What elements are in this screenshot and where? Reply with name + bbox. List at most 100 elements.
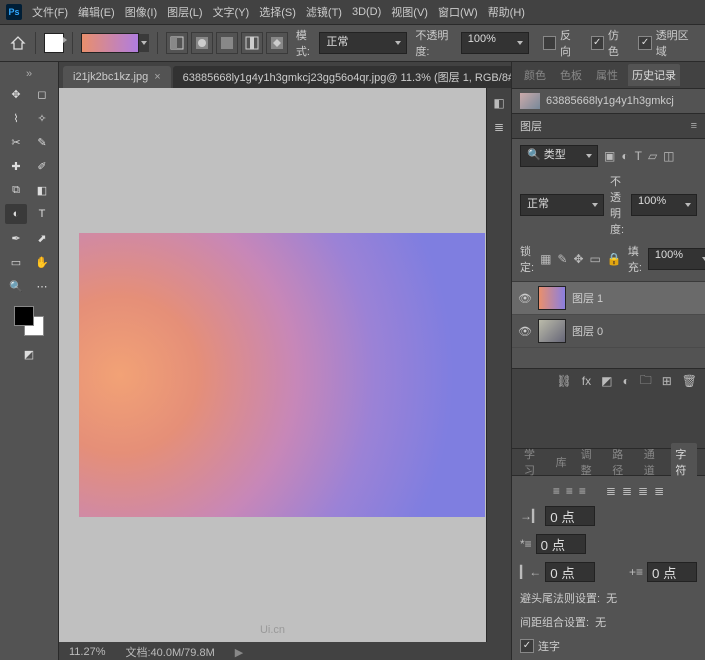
lock-brush-icon[interactable]: ✎ <box>557 252 567 266</box>
hand-tool-icon[interactable]: ✋ <box>31 252 53 272</box>
blend-mode-select[interactable]: 正常 <box>520 194 604 216</box>
visibility-icon[interactable]: 👁 <box>518 292 532 305</box>
menu-image[interactable]: 图像(I) <box>125 4 157 20</box>
delete-layer-icon[interactable]: 🗑 <box>682 374 697 388</box>
canvas[interactable]: Ui.cn <box>59 88 486 642</box>
layer-thumb[interactable] <box>538 286 566 310</box>
layer-name[interactable]: 图层 0 <box>572 323 603 339</box>
path-select-icon[interactable]: ⬈ <box>31 228 53 248</box>
quickmask-icon[interactable]: ◩ <box>18 344 40 364</box>
layer-thumb[interactable] <box>538 319 566 343</box>
menu-window[interactable]: 窗口(W) <box>438 4 478 20</box>
tab-properties[interactable]: 属性 <box>592 64 622 86</box>
gradient-preview[interactable] <box>81 33 149 53</box>
filter-shape-icon[interactable]: ▱ <box>648 149 657 163</box>
layer-opacity-input[interactable]: 100% <box>631 194 697 216</box>
justify-all-icon[interactable]: ≣ <box>654 484 664 498</box>
home-icon[interactable] <box>8 33 27 53</box>
gradient-diamond-icon[interactable] <box>266 32 288 54</box>
history-item[interactable]: 63885668ly1g4y1h3gmkcj <box>512 89 705 113</box>
menu-select[interactable]: 选择(S) <box>259 4 296 20</box>
space-before-input[interactable] <box>647 562 697 582</box>
color-picker[interactable] <box>14 306 44 336</box>
align-left-icon[interactable]: ≡ <box>553 484 560 498</box>
menu-filter[interactable]: 滤镜(T) <box>306 4 342 20</box>
layer-row[interactable]: 👁 图层 0 <box>512 315 705 348</box>
align-right-icon[interactable]: ≡ <box>579 484 586 498</box>
tab-swatches[interactable]: 色板 <box>556 64 586 86</box>
hyphen-value[interactable]: 无 <box>606 590 617 606</box>
adjustment-layer-icon[interactable]: ◐ <box>622 374 629 388</box>
edit-toolbar-icon[interactable]: ⋯ <box>31 276 53 296</box>
zoom-status[interactable]: 11.27% <box>69 646 106 658</box>
layer-mask-icon[interactable]: ◩ <box>601 374 612 388</box>
lock-all-icon[interactable]: 🔒 <box>607 252 622 266</box>
wand-tool-icon[interactable]: ✧ <box>31 108 53 128</box>
eyedropper-tool-icon[interactable]: ✎ <box>31 132 53 152</box>
menu-edit[interactable]: 编辑(E) <box>78 4 115 20</box>
panel-menu-icon[interactable]: ≡ <box>691 120 697 132</box>
layers-panel-title[interactable]: 图层 <box>520 118 542 134</box>
move-tool-icon[interactable]: ✥ <box>5 84 27 104</box>
lock-position-icon[interactable]: ✥ <box>573 252 583 266</box>
gradient-angle-icon[interactable] <box>216 32 238 54</box>
spacing-value[interactable]: 无 <box>595 614 606 630</box>
brush-tool-icon[interactable]: ✐ <box>31 156 53 176</box>
menu-type[interactable]: 文字(Y) <box>213 4 250 20</box>
mode-select[interactable]: 正常 <box>319 32 407 54</box>
transparent-checkbox[interactable]: 透明区域 <box>638 27 697 59</box>
group-icon[interactable]: 🗀 <box>640 371 652 392</box>
justify-last-center-icon[interactable]: ≣ <box>622 484 632 498</box>
link-layers-icon[interactable]: ⛓ <box>557 374 572 388</box>
gradient-reflected-icon[interactable] <box>241 32 263 54</box>
styles-icon[interactable]: ≣ <box>494 120 504 134</box>
gradient-linear-icon[interactable] <box>166 32 188 54</box>
filter-adjust-icon[interactable]: ◐ <box>621 149 628 163</box>
justify-last-right-icon[interactable]: ≣ <box>638 484 648 498</box>
filter-smart-icon[interactable]: ◫ <box>663 149 674 163</box>
align-center-icon[interactable]: ≡ <box>566 484 573 498</box>
gradient-tool-icon[interactable]: ◐ <box>5 204 27 224</box>
foreground-swatch[interactable] <box>44 33 64 53</box>
menu-view[interactable]: 视图(V) <box>391 4 428 20</box>
type-tool-icon[interactable]: T <box>31 204 53 224</box>
crop-tool-icon[interactable]: ✂ <box>5 132 27 152</box>
stamp-tool-icon[interactable]: ⧉ <box>5 180 27 200</box>
indent-right-input[interactable] <box>545 562 595 582</box>
tab-doc-1[interactable]: i21jk2bc1kz.jpg× <box>63 66 171 88</box>
menu-layer[interactable]: 图层(L) <box>167 4 202 20</box>
filter-pixel-icon[interactable]: ▣ <box>604 149 615 163</box>
menu-file[interactable]: 文件(F) <box>32 4 68 20</box>
doc-size-status[interactable]: 文档:40.0M/79.8M <box>126 644 215 660</box>
dither-checkbox[interactable]: 仿色 <box>591 27 629 59</box>
layer-filter-select[interactable]: 🔍 类型 <box>520 145 598 167</box>
shape-tool-icon[interactable]: ▭ <box>5 252 27 272</box>
zoom-tool-icon[interactable]: 🔍 <box>5 276 27 296</box>
fill-input[interactable]: 100% <box>648 248 705 270</box>
pen-tool-icon[interactable]: ✒ <box>5 228 27 248</box>
healing-tool-icon[interactable]: ✚ <box>5 156 27 176</box>
opacity-input[interactable]: 100% <box>461 32 529 54</box>
indent-first-input[interactable] <box>536 534 586 554</box>
lasso-tool-icon[interactable]: ⌇ <box>5 108 27 128</box>
eraser-tool-icon[interactable]: ◧ <box>31 180 53 200</box>
tab-library[interactable]: 库 <box>552 451 571 473</box>
lock-artboard-icon[interactable]: ▭ <box>590 252 601 266</box>
visibility-icon[interactable]: 👁 <box>518 325 532 338</box>
close-icon[interactable]: × <box>154 71 160 83</box>
tab-doc-2[interactable]: 63885668ly1g4y1h3gmkcj23gg56o4qr.jpg@ 11… <box>173 66 513 88</box>
menu-help[interactable]: 帮助(H) <box>488 4 525 20</box>
new-layer-icon[interactable]: ⊞ <box>662 374 672 388</box>
adjust-icon[interactable]: ◧ <box>493 96 504 110</box>
layer-name[interactable]: 图层 1 <box>572 290 603 306</box>
reverse-checkbox[interactable]: 反向 <box>543 27 581 59</box>
lock-pixels-icon[interactable]: ▦ <box>540 252 551 266</box>
filter-type-icon[interactable]: T <box>635 149 642 163</box>
menu-3d[interactable]: 3D(D) <box>352 6 381 18</box>
tab-color[interactable]: 颜色 <box>520 64 550 86</box>
ligature-checkbox[interactable]: 连字 <box>520 638 697 654</box>
gradient-radial-icon[interactable] <box>191 32 213 54</box>
layer-row[interactable]: 👁 图层 1 <box>512 282 705 315</box>
tab-history[interactable]: 历史记录 <box>628 64 680 86</box>
marquee-tool-icon[interactable]: ◻ <box>31 84 53 104</box>
